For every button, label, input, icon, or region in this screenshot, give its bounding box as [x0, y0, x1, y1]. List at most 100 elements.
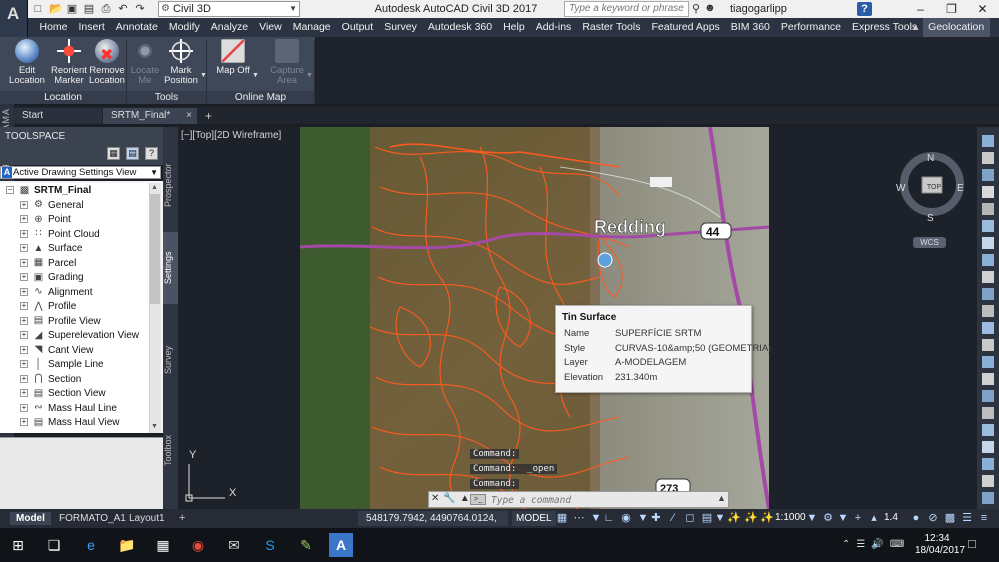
- tree-item-parcel[interactable]: + ▦ Parcel: [20, 257, 76, 272]
- tab-output[interactable]: Output: [336, 18, 379, 37]
- annotation-scale-icon[interactable]: ✨: [760, 512, 774, 524]
- expand-icon[interactable]: +: [20, 302, 28, 311]
- chevron-down-icon[interactable]: ▼: [806, 512, 818, 524]
- save-icon[interactable]: ▣: [66, 3, 78, 15]
- tab-geolocation[interactable]: Geolocation: [922, 18, 990, 37]
- store-icon[interactable]: ▦: [151, 533, 175, 557]
- tab-performance[interactable]: Performance: [775, 18, 846, 37]
- toolbar-erase-icon[interactable]: [982, 458, 994, 470]
- reorient-marker-button[interactable]: Reorient Marker: [48, 39, 90, 89]
- compass-e[interactable]: E: [957, 183, 964, 194]
- tab-view[interactable]: View: [254, 18, 288, 37]
- windows-start-icon[interactable]: ⊞: [6, 533, 30, 557]
- tree-item-point[interactable]: + ⊕ Point: [20, 213, 71, 228]
- expand-icon[interactable]: +: [20, 258, 28, 267]
- toolbar-fillet-icon[interactable]: [982, 373, 994, 385]
- user-icon[interactable]: ☻: [704, 2, 716, 15]
- expand-icon[interactable]: +: [20, 244, 28, 253]
- tab-autodesk-360[interactable]: Autodesk 360: [422, 18, 497, 37]
- wrench-icon[interactable]: 🔧: [443, 493, 455, 504]
- skype-icon[interactable]: S: [258, 533, 282, 557]
- toolbar-break-icon[interactable]: [982, 322, 994, 334]
- list-view-icon[interactable]: ▤: [126, 147, 139, 160]
- tray-overflow-icon[interactable]: ⌃: [842, 539, 850, 550]
- chrome-icon[interactable]: ◉: [186, 533, 210, 557]
- annotation-visibility-icon[interactable]: ✨: [727, 512, 741, 524]
- tree-root[interactable]: − ▩ SRTM_Final: [6, 184, 92, 199]
- keyboard-icon[interactable]: ⌨: [890, 539, 904, 550]
- new-file-icon[interactable]: □: [32, 3, 44, 15]
- side-tab-settings[interactable]: Settings: [163, 232, 178, 304]
- scale-factor[interactable]: 1.4: [884, 512, 898, 523]
- hardware-acceleration-icon[interactable]: ⊘: [927, 512, 939, 524]
- tree-item-section-view[interactable]: + ▤ Section View: [20, 387, 106, 402]
- toolbar-chamfer-icon[interactable]: [982, 356, 994, 368]
- tree-scrollbar-thumb[interactable]: [150, 194, 160, 304]
- tab-modify[interactable]: Modify: [163, 18, 205, 37]
- recent-commands-icon[interactable]: ▲: [460, 493, 470, 504]
- clean-screen-icon[interactable]: ▩: [944, 512, 956, 524]
- workspace-selector[interactable]: Civil 3D ▼: [158, 1, 300, 17]
- open-folder-icon[interactable]: 📂: [49, 3, 63, 15]
- plot-icon[interactable]: ⎙: [100, 3, 112, 15]
- chevron-down-icon[interactable]: ▼: [590, 512, 602, 524]
- side-tab-survey[interactable]: Survey: [163, 330, 178, 390]
- toolbar-mirror-icon[interactable]: [982, 441, 994, 453]
- toolbar-offset-icon[interactable]: [982, 424, 994, 436]
- toolbar-trim-icon[interactable]: [982, 288, 994, 300]
- expand-icon[interactable]: +: [20, 374, 28, 383]
- expand-icon[interactable]: +: [20, 360, 28, 369]
- compass-s[interactable]: S: [927, 213, 934, 224]
- close-icon[interactable]: ✕: [431, 493, 439, 504]
- tree-item-point-cloud[interactable]: + ∷ Point Cloud: [20, 228, 100, 243]
- volume-icon[interactable]: 🔊: [871, 539, 883, 550]
- collapse-icon[interactable]: −: [6, 186, 14, 195]
- toolbar-select-icon[interactable]: [982, 135, 994, 147]
- tab-analyze[interactable]: Analyze: [205, 18, 253, 37]
- toolbar-array-icon[interactable]: [982, 407, 994, 419]
- tree-item-surface[interactable]: + ▲ Surface: [20, 242, 82, 257]
- application-menu-button[interactable]: A: [0, 0, 28, 37]
- toolbar-copy-icon[interactable]: [982, 186, 994, 198]
- file-explorer-icon[interactable]: 📁: [115, 533, 139, 557]
- lineweight-icon[interactable]: ▤: [701, 512, 713, 524]
- toolbar-scale-icon[interactable]: [982, 254, 994, 266]
- edit-location-button[interactable]: Edit Location: [6, 39, 48, 89]
- toolbar-properties-icon[interactable]: [982, 169, 994, 181]
- tree-item-sample-line[interactable]: + │ Sample Line: [20, 358, 104, 373]
- tree-item-mass-haul-view[interactable]: + ▤ Mass Haul View: [20, 416, 120, 431]
- chevron-down-icon[interactable]: ▲: [717, 493, 726, 503]
- customization-icon[interactable]: ☰: [961, 512, 973, 524]
- search-icon[interactable]: ⚲: [692, 2, 700, 15]
- civil-scale-icon[interactable]: ▴: [868, 512, 880, 524]
- tree-view-icon[interactable]: ▦: [107, 147, 120, 160]
- toolbar-document-icon[interactable]: [982, 203, 994, 215]
- notifications-icon[interactable]: □: [968, 536, 976, 551]
- isodraft-icon[interactable]: ✚: [650, 512, 662, 524]
- toolbar-globe-icon[interactable]: [982, 492, 994, 504]
- file-tab-start[interactable]: Start: [14, 108, 102, 124]
- chevron-down-icon[interactable]: ▼: [837, 512, 849, 524]
- toolbar-match-icon[interactable]: [982, 475, 994, 487]
- toolbar-rotate-icon[interactable]: [982, 237, 994, 249]
- polar-icon[interactable]: ◉: [620, 512, 632, 524]
- mail-icon[interactable]: ✉: [222, 533, 246, 557]
- expand-icon[interactable]: +: [20, 200, 28, 209]
- file-tab-drawing[interactable]: SRTM_Final* ×: [103, 108, 197, 124]
- tree-item-section[interactable]: + ⋂ Section: [20, 373, 81, 388]
- tree-item-superelevation-view[interactable]: + ◢ Superelevation View: [20, 329, 139, 344]
- capture-area-button[interactable]: Capture Area: [266, 39, 308, 89]
- expand-icon[interactable]: +: [20, 287, 28, 296]
- compass-n[interactable]: N: [927, 153, 934, 164]
- grid-icon[interactable]: ▦: [556, 512, 568, 524]
- object-snap-tracking-icon[interactable]: ∕: [667, 512, 679, 524]
- tree-item-grading[interactable]: + ▣ Grading: [20, 271, 84, 286]
- autocad-taskbar-icon[interactable]: A: [329, 533, 353, 557]
- close-icon[interactable]: ✕: [967, 0, 998, 18]
- toolbar-layer-icon[interactable]: [982, 152, 994, 164]
- cursor-coordinates[interactable]: 548179.7942, 4490764.0124, 0.0000: [358, 511, 508, 539]
- command-input[interactable]: [491, 494, 716, 506]
- isolate-objects-icon[interactable]: ●: [910, 512, 922, 524]
- toolbar-move-icon[interactable]: [982, 220, 994, 232]
- ortho-icon[interactable]: ∟: [603, 512, 615, 524]
